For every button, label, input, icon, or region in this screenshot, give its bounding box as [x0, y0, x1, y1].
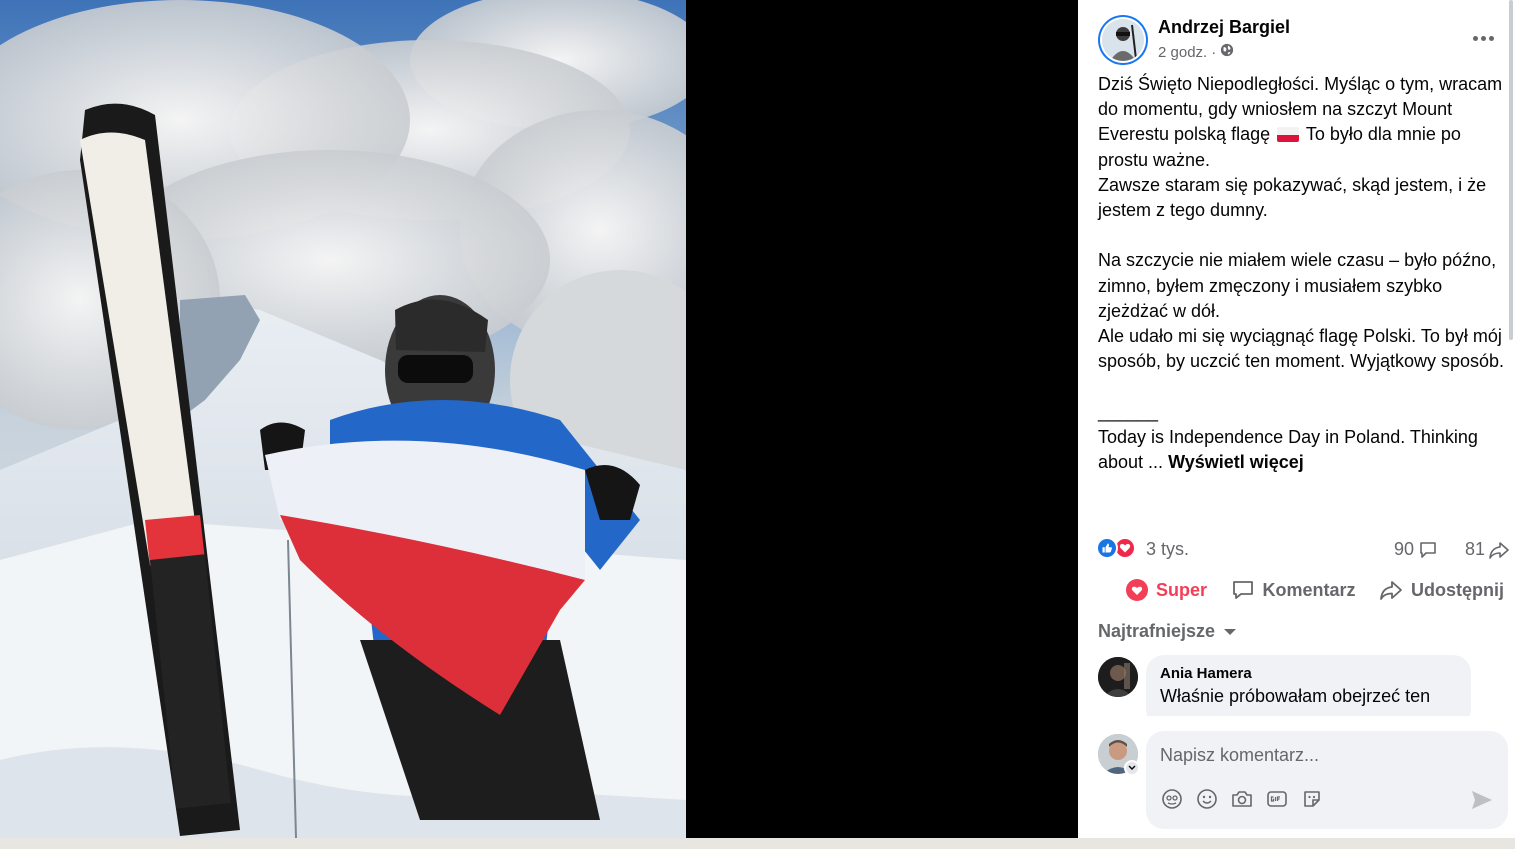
comment-bubble: Ania Hamera Właśnie próbowałam obejrzeć … [1146, 655, 1471, 716]
more-options-button[interactable] [1467, 24, 1499, 52]
post-photo[interactable] [0, 0, 686, 838]
post-paragraph-3: Na szczycie nie miałem wiele czasu – był… [1098, 250, 1502, 321]
comment-label: Komentarz [1262, 579, 1356, 600]
globe-icon [1220, 43, 1234, 61]
share-arrow-icon [1489, 541, 1509, 559]
meta-separator: · [1211, 43, 1217, 61]
send-comment-icon[interactable] [1470, 789, 1494, 811]
comment-button[interactable]: Komentarz [1225, 574, 1362, 606]
post-paragraph-en: Today is Independence Day in Poland. Thi… [1098, 426, 1483, 473]
post-text: Dziś Święto Niepodległości. Myśląc o tym… [1098, 72, 1510, 475]
post-panel: Andrzej Bargiel 2 godz. · Dziś Święto Ni… [1078, 0, 1515, 838]
share-count[interactable]: 81 [1465, 539, 1510, 560]
poland-flag-icon [1277, 127, 1300, 143]
like-reaction-icon [1096, 537, 1118, 559]
author-avatar[interactable] [1098, 15, 1148, 65]
comment-sort-dropdown[interactable]: Najtrafniejsze [1098, 621, 1237, 642]
post-paragraph-4: Ale udało mi się wyciągnąć flagę Polski.… [1098, 326, 1507, 372]
author-name[interactable]: Andrzej Bargiel [1158, 17, 1290, 38]
sort-label: Najtrafniejsze [1098, 621, 1216, 641]
share-count-value: 81 [1464, 539, 1485, 559]
composer-tools [1160, 787, 1323, 810]
comment-composer [1146, 731, 1508, 829]
commenter-avatar[interactable] [1098, 657, 1138, 697]
post-paragraph-1: Dziś Święto Niepodległości. Myśląc o tym… [1098, 74, 1508, 170]
comment-author[interactable]: Ania Hamera [1160, 665, 1457, 682]
gif-icon[interactable] [1265, 787, 1288, 810]
reaction-icons[interactable] [1096, 537, 1136, 559]
profile-switch-chevron-icon[interactable] [1124, 760, 1140, 776]
author-photo [1102, 19, 1144, 61]
window-bottom-edge [0, 838, 1515, 849]
reaction-count[interactable]: 3 tys. [1146, 539, 1189, 560]
comment-bubble-icon [1420, 541, 1436, 558]
see-more-link[interactable]: Wyświetl więcej [1168, 452, 1304, 472]
post-time[interactable]: 2 godz. [1158, 44, 1207, 61]
avatar-sticker-icon[interactable] [1160, 787, 1183, 810]
comment-text: Właśnie próbowałam obejrzeć ten [1160, 686, 1431, 706]
camera-icon[interactable] [1230, 787, 1253, 810]
post-meta: 2 godz. · [1158, 43, 1234, 61]
comment-count-value: 90 [1393, 539, 1414, 559]
super-reaction-button[interactable]: Super [1120, 575, 1213, 605]
summit-photo-image [0, 0, 686, 838]
chevron-down-icon [1224, 628, 1237, 635]
post-separator-line: ______ [1098, 401, 1159, 422]
super-label: Super [1156, 579, 1208, 600]
comment-input[interactable] [1160, 743, 1490, 767]
sticker-icon[interactable] [1300, 787, 1323, 810]
share-icon [1380, 581, 1402, 600]
reactions-summary: 3 tys. 90 81 [1096, 535, 1515, 563]
heart-icon [1126, 579, 1148, 601]
comment-count[interactable]: 90 [1394, 539, 1438, 560]
comment-icon [1232, 581, 1253, 599]
emoji-icon[interactable] [1195, 787, 1218, 810]
comment-item: Ania Hamera Właśnie próbowałam obejrzeć … [1098, 655, 1498, 716]
share-button[interactable]: Udostępnij [1373, 575, 1510, 605]
post-actions: Super Komentarz Udostępnij [1098, 572, 1510, 608]
photo-viewer[interactable] [0, 0, 1078, 838]
share-label: Udostępnij [1411, 579, 1504, 600]
post-paragraph-2: Zawsze staram się pokazywać, skąd jestem… [1098, 174, 1492, 221]
